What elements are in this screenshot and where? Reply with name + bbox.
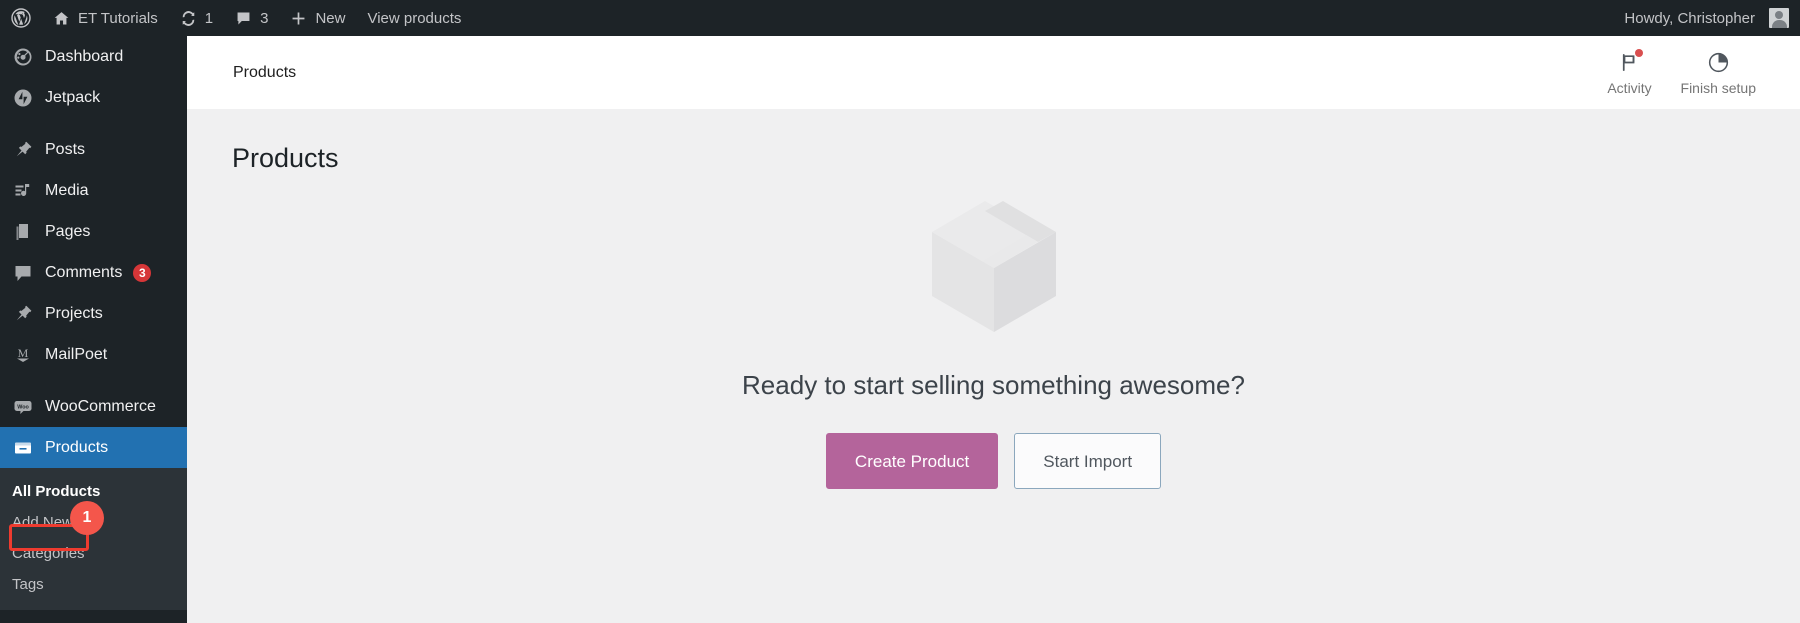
updates-icon xyxy=(180,10,197,27)
home-icon xyxy=(53,10,70,27)
view-products-label: View products xyxy=(367,9,462,27)
create-product-button[interactable]: Create Product xyxy=(825,433,999,490)
sidebar-item-label: Products xyxy=(45,438,109,456)
sidebar-item-label: Comments xyxy=(45,263,123,281)
flag-icon xyxy=(1618,48,1644,75)
sidebar-item-projects[interactable]: Projects xyxy=(0,293,187,334)
new-content-label: New xyxy=(315,9,346,27)
empty-state-headline: Ready to start selling something awesome… xyxy=(742,370,1245,401)
package-box-icon xyxy=(919,186,1069,336)
finish-setup-label: Finish setup xyxy=(1680,79,1756,96)
comment-icon xyxy=(11,261,34,284)
pin-icon xyxy=(11,138,34,161)
svg-text:Woo: Woo xyxy=(17,404,29,410)
sidebar-item-label: Projects xyxy=(45,304,103,322)
finish-setup-button[interactable]: Finish setup xyxy=(1667,36,1770,110)
submenu-item-categories[interactable]: Categories xyxy=(0,538,187,569)
my-account-menu[interactable]: Howdy, Christopher xyxy=(1613,0,1800,36)
plus-icon xyxy=(290,10,307,27)
sidebar-item-label: Posts xyxy=(45,140,86,158)
jetpack-icon xyxy=(11,86,34,109)
admin-bar: ET Tutorials 1 3 New View products Howdy… xyxy=(0,0,1800,36)
sidebar-item-dashboard[interactable]: Dashboard xyxy=(0,36,187,77)
comment-bubble-icon xyxy=(235,10,252,27)
mailpoet-icon: M xyxy=(11,343,34,366)
new-content-menu[interactable]: New xyxy=(279,0,356,36)
sidebar-item-mailpoet[interactable]: M MailPoet xyxy=(0,334,187,375)
annotation-step-badge: 1 xyxy=(70,501,104,535)
sidebar-item-pages[interactable]: Pages xyxy=(0,211,187,252)
sidebar-item-posts[interactable]: Posts xyxy=(0,129,187,170)
page-title: Products xyxy=(232,143,339,173)
comments-count-badge: 3 xyxy=(133,263,152,282)
sidebar-item-label: Pages xyxy=(45,222,91,240)
dashboard-icon xyxy=(11,45,34,68)
products-icon xyxy=(11,436,34,459)
breadcrumb: Products xyxy=(233,63,297,81)
view-products-link[interactable]: View products xyxy=(356,0,472,36)
activity-button[interactable]: Activity xyxy=(1593,36,1667,110)
activity-label: Activity xyxy=(1607,79,1652,96)
sidebar-item-products[interactable]: Products xyxy=(0,427,195,468)
admin-sidebar: Dashboard Jetpack Posts Media Pages Comm… xyxy=(0,36,195,623)
sidebar-item-label: Media xyxy=(45,181,89,199)
activity-notification-dot xyxy=(1635,48,1644,57)
sidebar-item-comments[interactable]: Comments 3 xyxy=(0,252,187,293)
sidebar-item-label: Dashboard xyxy=(45,47,124,65)
avatar xyxy=(1769,8,1789,28)
media-icon xyxy=(11,179,34,202)
page-body: Products Ready to start selling somethin… xyxy=(187,110,1800,490)
sidebar-item-label: Jetpack xyxy=(45,88,101,106)
products-submenu: All Products Add New Categories Tags xyxy=(0,468,187,610)
howdy-label: Howdy, Christopher xyxy=(1624,9,1755,27)
sidebar-item-jetpack[interactable]: Jetpack xyxy=(0,77,187,118)
woocommerce-header: Products Activity Finish setup xyxy=(187,36,1800,110)
empty-state-actions: Create Product Start Import xyxy=(825,433,1162,490)
woocommerce-icon: Woo xyxy=(11,395,34,418)
progress-circle-icon xyxy=(1707,50,1730,75)
sidebar-item-media[interactable]: Media xyxy=(0,170,187,211)
pin-icon xyxy=(11,302,34,325)
start-import-button[interactable]: Start Import xyxy=(1014,433,1162,490)
wordpress-logo-icon xyxy=(11,8,31,28)
comments-menu[interactable]: 3 xyxy=(224,0,279,36)
sidebar-item-label: MailPoet xyxy=(45,345,108,363)
wp-logo-menu[interactable] xyxy=(0,0,42,36)
updates-count: 1 xyxy=(204,9,214,27)
site-name-label: ET Tutorials xyxy=(78,9,158,27)
empty-state: Ready to start selling something awesome… xyxy=(187,176,1800,490)
sidebar-item-label: WooCommerce xyxy=(45,397,156,415)
sidebar-item-woocommerce[interactable]: Woo WooCommerce xyxy=(0,386,187,427)
submenu-item-tags[interactable]: Tags xyxy=(0,569,187,600)
updates-menu[interactable]: 1 xyxy=(169,0,224,36)
svg-text:M: M xyxy=(17,346,28,360)
main-content: Products Activity Finish setup Products xyxy=(187,36,1800,623)
site-name-menu[interactable]: ET Tutorials xyxy=(42,0,169,36)
pages-icon xyxy=(11,220,34,243)
comments-count: 3 xyxy=(260,9,269,27)
